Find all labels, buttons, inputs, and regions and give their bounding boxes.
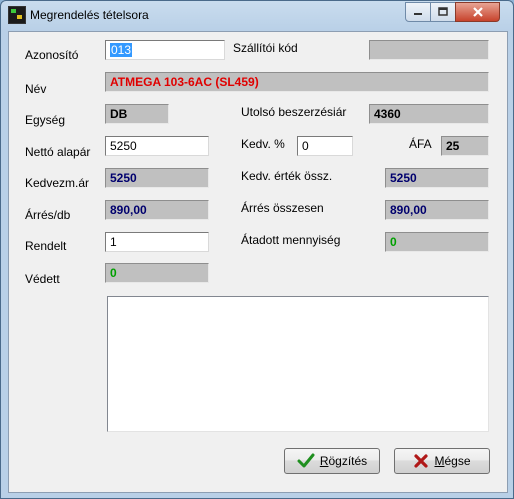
window-title: Megrendelés tételsora [30,8,149,22]
megjegyzes-textarea[interactable] [107,296,489,432]
azonosito-value: 013 [110,43,133,57]
nev-label: Név [25,82,47,96]
arres-db-label: Árrés/db [25,208,71,222]
vedett-label: Védett [25,272,60,286]
rendelt-input[interactable]: 1 [105,232,209,252]
megse-label: Mégse [434,454,471,468]
rendelt-label: Rendelt [25,239,67,253]
arres-osszesen-label: Árrés összesen [241,201,324,215]
atadott-mennyiseg-label: Átadott mennyiség [241,233,341,247]
rogzites-button[interactable]: Rögzítés [284,448,380,474]
x-icon [414,454,429,468]
minimize-button[interactable] [405,2,431,22]
utolso-beszerzesi-ar-label: Utolsó beszerzésiár [241,105,347,119]
netto-alapar-label: Nettó alapár [25,145,91,159]
arres-osszesen-field: 890,00 [385,200,489,220]
azonosito-label: Azonosító [25,48,79,62]
kedvezm-ar-field: 5250 [105,168,209,188]
szallitoi-kod-field [369,40,489,60]
app-icon [8,6,26,24]
vedett-field: 0 [105,263,209,283]
azonosito-input[interactable]: 013 [105,40,225,60]
nev-field: ATMEGA 103-6AC (SL459) [105,72,489,92]
kedv-szazalek-label: Kedv. % [241,137,285,151]
netto-alapar-input[interactable]: 5250 [105,136,209,156]
afa-field: 25 [441,136,489,156]
egyseg-field: DB [105,104,169,124]
afa-label: ÁFA [409,137,432,151]
utolso-beszerzesi-ar-field: 4360 [369,104,489,124]
arres-db-field: 890,00 [105,200,209,220]
kedv-szazalek-input[interactable]: 0 [297,136,353,156]
kedv-ertek-ossz-label: Kedv. érték össz. [241,169,333,183]
form-area: Azonosító 013 Szállítói kód Név ATMEGA 1… [8,31,508,493]
kedvezm-ar-label: Kedvezm.ár [25,176,90,190]
close-button[interactable] [455,2,500,22]
megse-button[interactable]: Mégse [394,448,490,474]
rogzites-label: Rögzítés [319,454,368,468]
maximize-icon [438,7,448,16]
atadott-mennyiseg-field: 0 [385,232,489,252]
title-bar[interactable]: Megrendelés tételsora [1,1,513,31]
egyseg-label: Egység [25,113,66,127]
checkmark-icon [297,453,315,468]
dialog-window: Megrendelés tételsora Azonosító 013 Szál… [0,0,514,499]
maximize-button[interactable] [430,2,456,22]
close-icon [472,7,483,17]
szallitoi-kod-label: Szállítói kód [233,41,298,55]
minimize-icon [414,13,422,15]
kedv-ertek-ossz-field: 5250 [385,168,489,188]
